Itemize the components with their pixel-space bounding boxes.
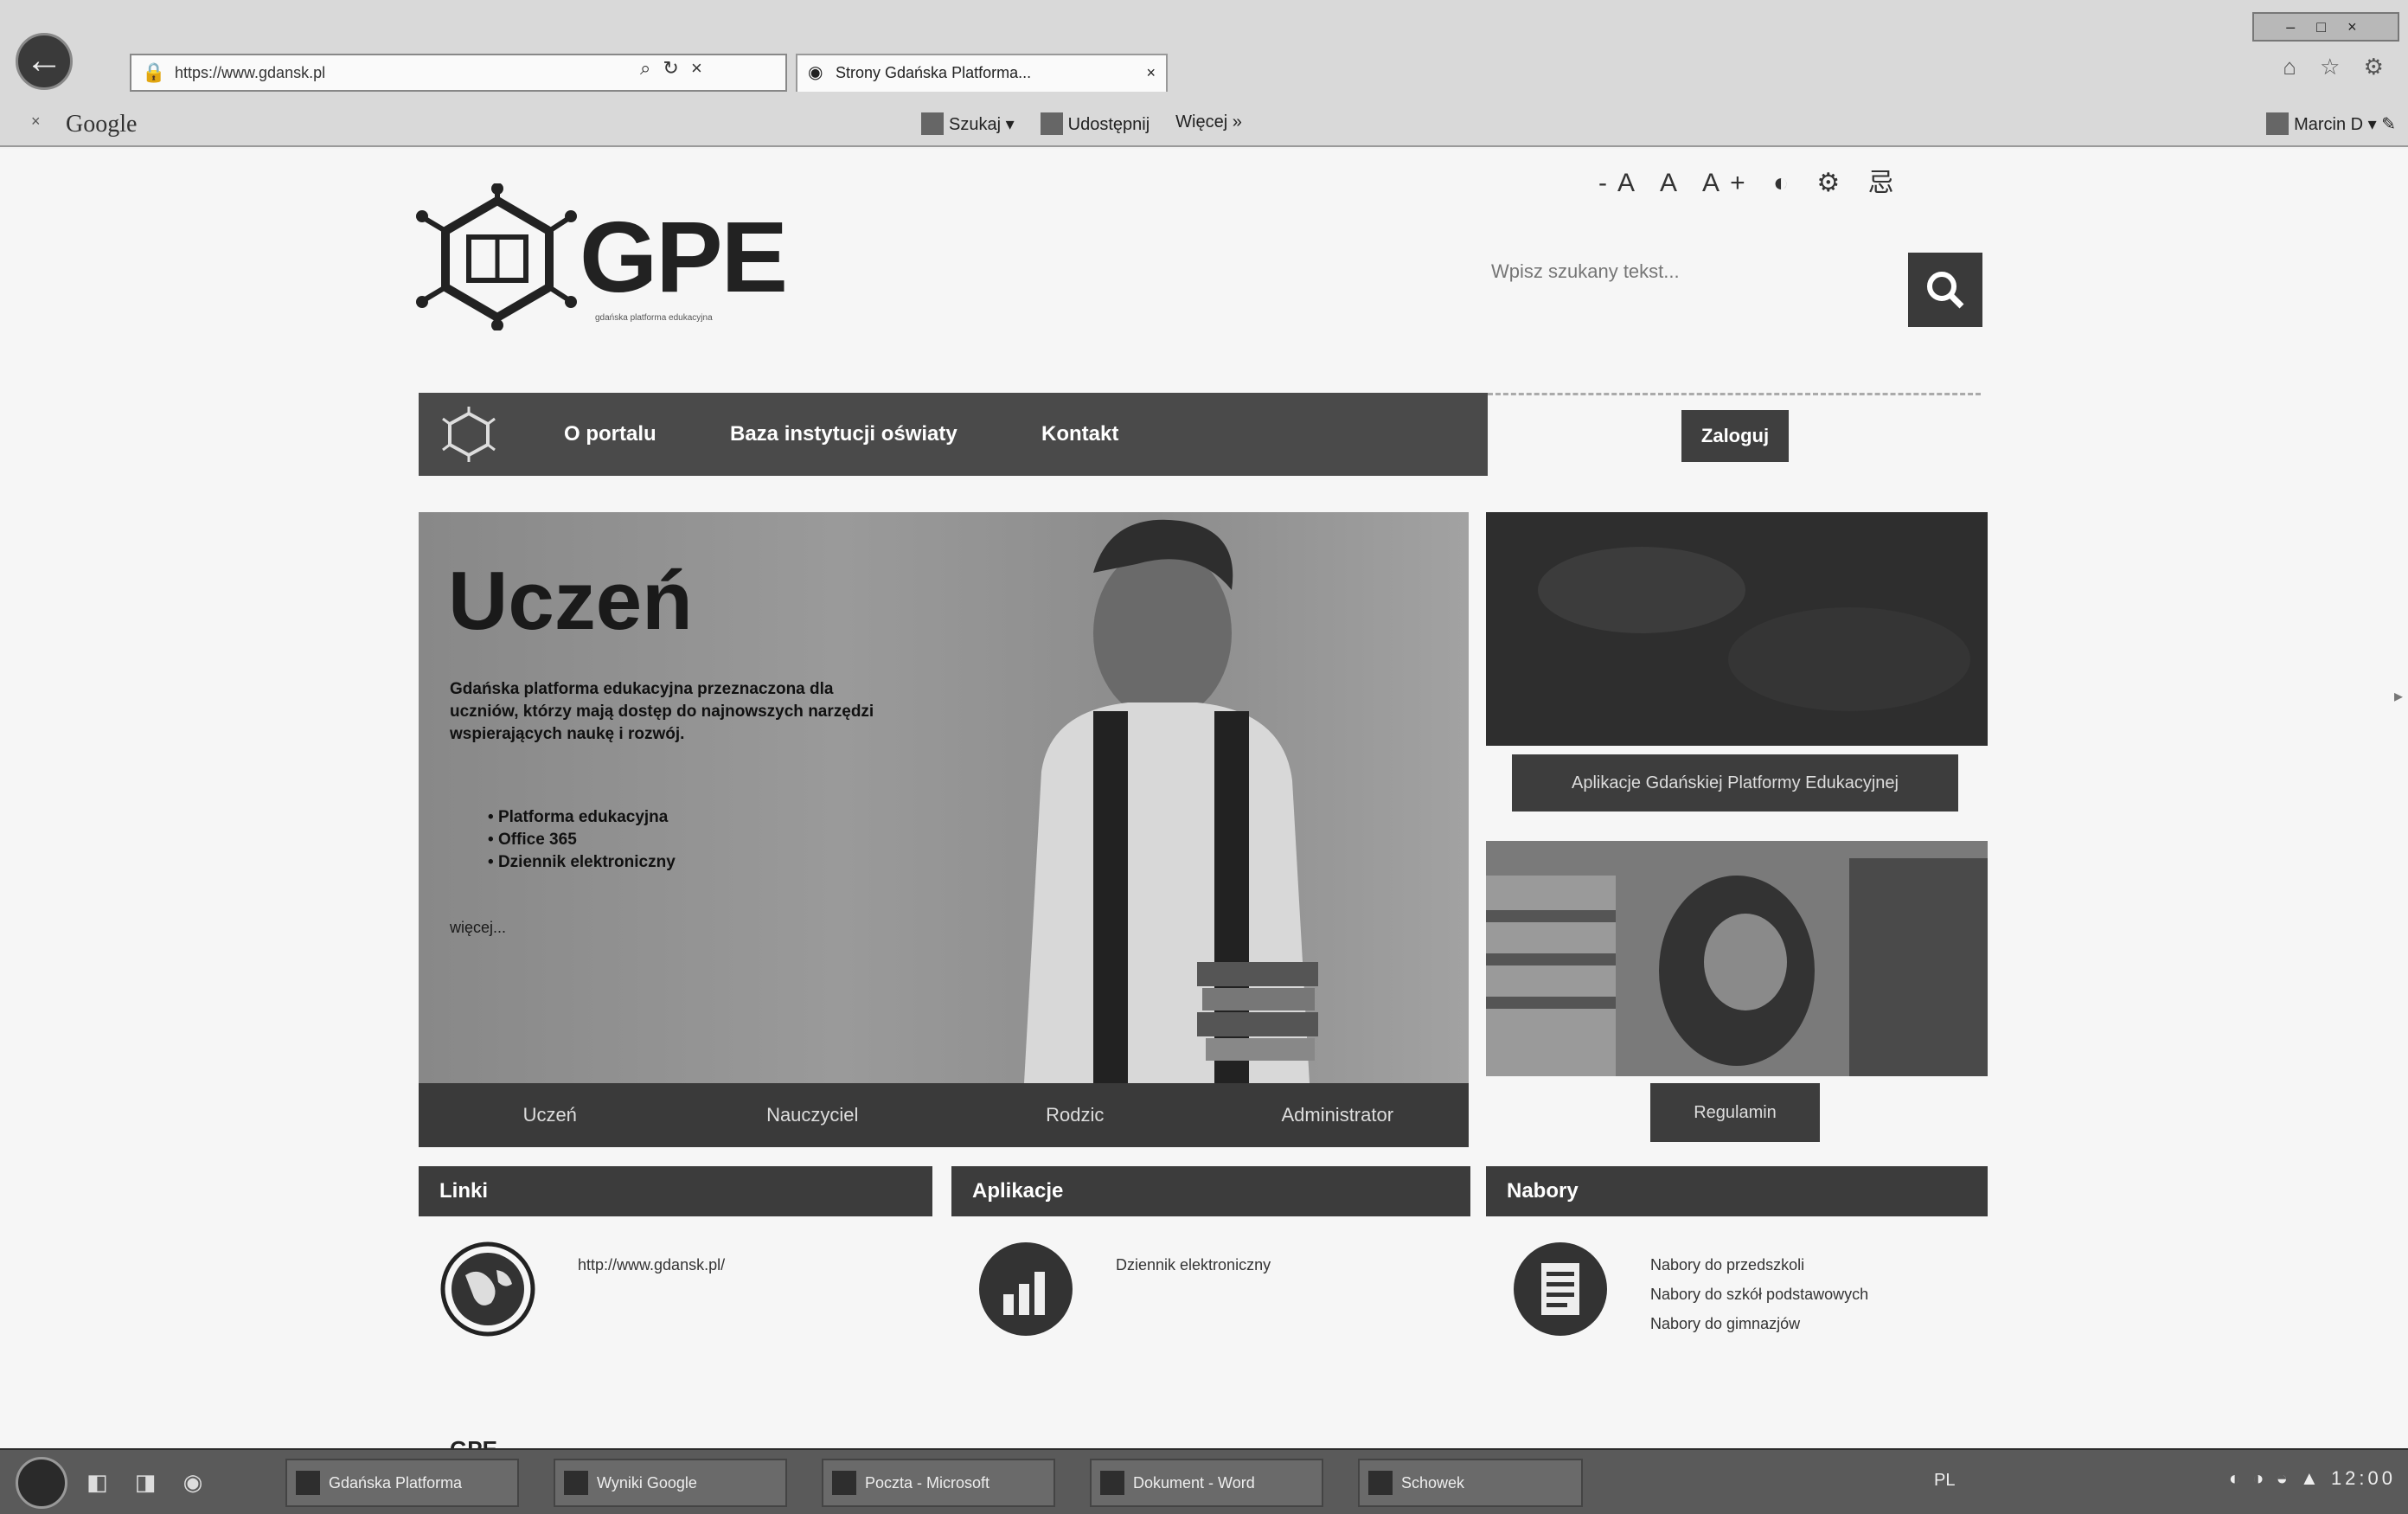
taskbar-item[interactable]: Poczta - Microsoft	[822, 1459, 1055, 1507]
tab-parent[interactable]: Rodzic	[944, 1083, 1207, 1147]
globe-icon	[440, 1241, 535, 1337]
search-input[interactable]	[1488, 253, 1894, 291]
tab-favicon-icon: ◉	[808, 63, 823, 82]
app-item[interactable]: Dziennik elektroniczny	[1116, 1256, 1271, 1274]
hero-description: Gdańska platforma edukacyjna przeznaczon…	[450, 680, 874, 743]
taskbar-item[interactable]: Dokument - Word	[1090, 1459, 1323, 1507]
browser-chrome: ← 🔒 https://www.gdansk.pl ⌕ ↻ × ◉ Strony…	[0, 0, 2408, 147]
logo-text: GPE	[580, 201, 788, 313]
hero-more-link[interactable]: więcej...	[450, 919, 506, 937]
link-item[interactable]: http://www.gdansk.pl/	[578, 1256, 725, 1274]
hero-tabs: Uczeń Nauczyciel Rodzic Administrator	[419, 1083, 1469, 1147]
address-text: https://www.gdansk.pl	[175, 64, 326, 81]
address-row: ← 🔒 https://www.gdansk.pl ⌕ ↻ × ◉ Strony…	[0, 0, 2408, 95]
logo-hexagon-icon	[416, 183, 577, 330]
toolbar-close-icon[interactable]: ×	[31, 112, 41, 131]
toolbar-more-button[interactable]: Więcej »	[1175, 112, 1242, 135]
google-label[interactable]: Google	[66, 111, 137, 138]
side-photo-2	[1486, 841, 1988, 1076]
text-size-controls[interactable]: -A A A+	[1598, 169, 1756, 197]
search-icon	[1927, 272, 1964, 309]
start-button[interactable]	[16, 1457, 67, 1509]
accessibility-toolbar: -A A A+ ◐ ⚙ 忌	[1598, 161, 1905, 199]
search-divider	[1488, 393, 1981, 395]
side-image-dark[interactable]	[1486, 512, 1988, 746]
google-toolbar: × Google Szukaj ▾ Udostępnij Więcej » Ma…	[0, 102, 2408, 147]
browser-tool-icons[interactable]: ⌂ ☆ ⚙	[2283, 54, 2392, 80]
clock: 12:00	[2330, 1467, 2396, 1489]
document-list-icon	[1514, 1242, 1607, 1336]
nav-item-institutions[interactable]: Baza instytucji oświaty	[730, 393, 957, 476]
browser-tab[interactable]: ◉ Strony Gdańska Platforma... ×	[796, 54, 1168, 92]
list-item[interactable]: • Office 365	[488, 829, 676, 851]
list-item[interactable]: • Dziennik elektroniczny	[488, 851, 676, 874]
recruit-section-header: Nabory	[1486, 1166, 1988, 1216]
web-page: -A A A+ ◐ ⚙ 忌 GPE gdańska platforma eduk…	[0, 149, 2408, 1448]
address-tools[interactable]: ⌕ ↻ ×	[640, 57, 706, 80]
login-button[interactable]: Zaloguj	[1681, 410, 1789, 462]
search-button[interactable]	[1908, 253, 1982, 327]
hero-slider: Uczeń Gdańska platforma edukacyjna przez…	[419, 512, 1469, 1147]
apps-button[interactable]: Aplikacje Gdańskiej Platformy Edukacyjne…	[1512, 754, 1958, 812]
tab-title: Strony Gdańska Platforma...	[836, 64, 1032, 81]
logo-subtitle: gdańska platforma edukacyjna	[595, 313, 713, 323]
toolbar-share-button[interactable]: Udostępnij	[1040, 112, 1150, 135]
contrast-icon[interactable]: ◐	[1773, 169, 1799, 197]
back-arrow-icon: ←	[25, 39, 63, 81]
quick-launch-icons[interactable]: ◧ ◨ ◉	[86, 1469, 213, 1496]
recruit-item[interactable]: Nabory do gimnazjów	[1650, 1315, 1800, 1333]
system-tray[interactable]: ◐ ◑ ◒ ▲ 12:00	[2229, 1467, 2396, 1490]
recruit-item[interactable]: Nabory do szkół podstawowych	[1650, 1286, 1868, 1304]
share-icon	[1040, 112, 1063, 135]
main-navbar: O portalu Baza instytucji oświaty Kontak…	[419, 393, 1488, 476]
accessibility-extra-icons[interactable]: ⚙ 忌	[1816, 169, 1904, 197]
nav-item-about[interactable]: O portalu	[564, 393, 656, 476]
apps-section-header: Aplikacje	[951, 1166, 1470, 1216]
back-button[interactable]: ←	[16, 33, 73, 90]
taskbar-item[interactable]: Gdańska Platforma	[285, 1459, 519, 1507]
account-icon	[2266, 112, 2290, 135]
tab-close-icon[interactable]: ×	[1146, 55, 1156, 90]
window-controls[interactable]: – □ ×	[2252, 12, 2399, 42]
toolbar-search-button[interactable]: Szukaj ▾	[921, 112, 1015, 135]
lock-icon: 🔒	[142, 61, 166, 83]
links-section-header: Linki	[419, 1166, 932, 1216]
list-item[interactable]: • Platforma edukacyjna	[488, 806, 676, 829]
nav-item-contact[interactable]: Kontakt	[1041, 393, 1118, 476]
toolbar-account[interactable]: Marcin D ▾ ✎	[2266, 112, 2396, 135]
regulations-button[interactable]: Regulamin	[1650, 1083, 1820, 1142]
taskbar: ◧ ◨ ◉ Gdańska Platforma Wyniki Google Po…	[0, 1448, 2408, 1514]
toolbar-actions: Szukaj ▾ Udostępnij Więcej »	[921, 112, 1242, 135]
student-photo	[1024, 519, 1318, 1083]
taskbar-item[interactable]: Wyniki Google	[554, 1459, 787, 1507]
recruit-item[interactable]: Nabory do przedszkoli	[1650, 1256, 1804, 1274]
tab-student[interactable]: Uczeń	[419, 1083, 682, 1147]
page-scroll-edge[interactable]: ▸	[2394, 685, 2403, 707]
hero-feature-list: • Platforma edukacyjna • Office 365 • Dz…	[488, 806, 676, 874]
bar-chart-icon	[979, 1242, 1073, 1336]
site-logo[interactable]: GPE gdańska platforma edukacyjna	[415, 183, 788, 330]
hero-title: Uczeń	[448, 555, 693, 647]
side-photo-1	[1486, 512, 1988, 746]
nav-logo-icon[interactable]	[439, 405, 498, 464]
side-image-reading[interactable]	[1486, 841, 1988, 1076]
language-indicator[interactable]: PL	[1934, 1471, 1955, 1491]
tab-admin[interactable]: Administrator	[1207, 1083, 1470, 1147]
tab-teacher[interactable]: Nauczyciel	[682, 1083, 945, 1147]
search-icon	[921, 112, 944, 135]
taskbar-item[interactable]: Schowek	[1358, 1459, 1583, 1507]
